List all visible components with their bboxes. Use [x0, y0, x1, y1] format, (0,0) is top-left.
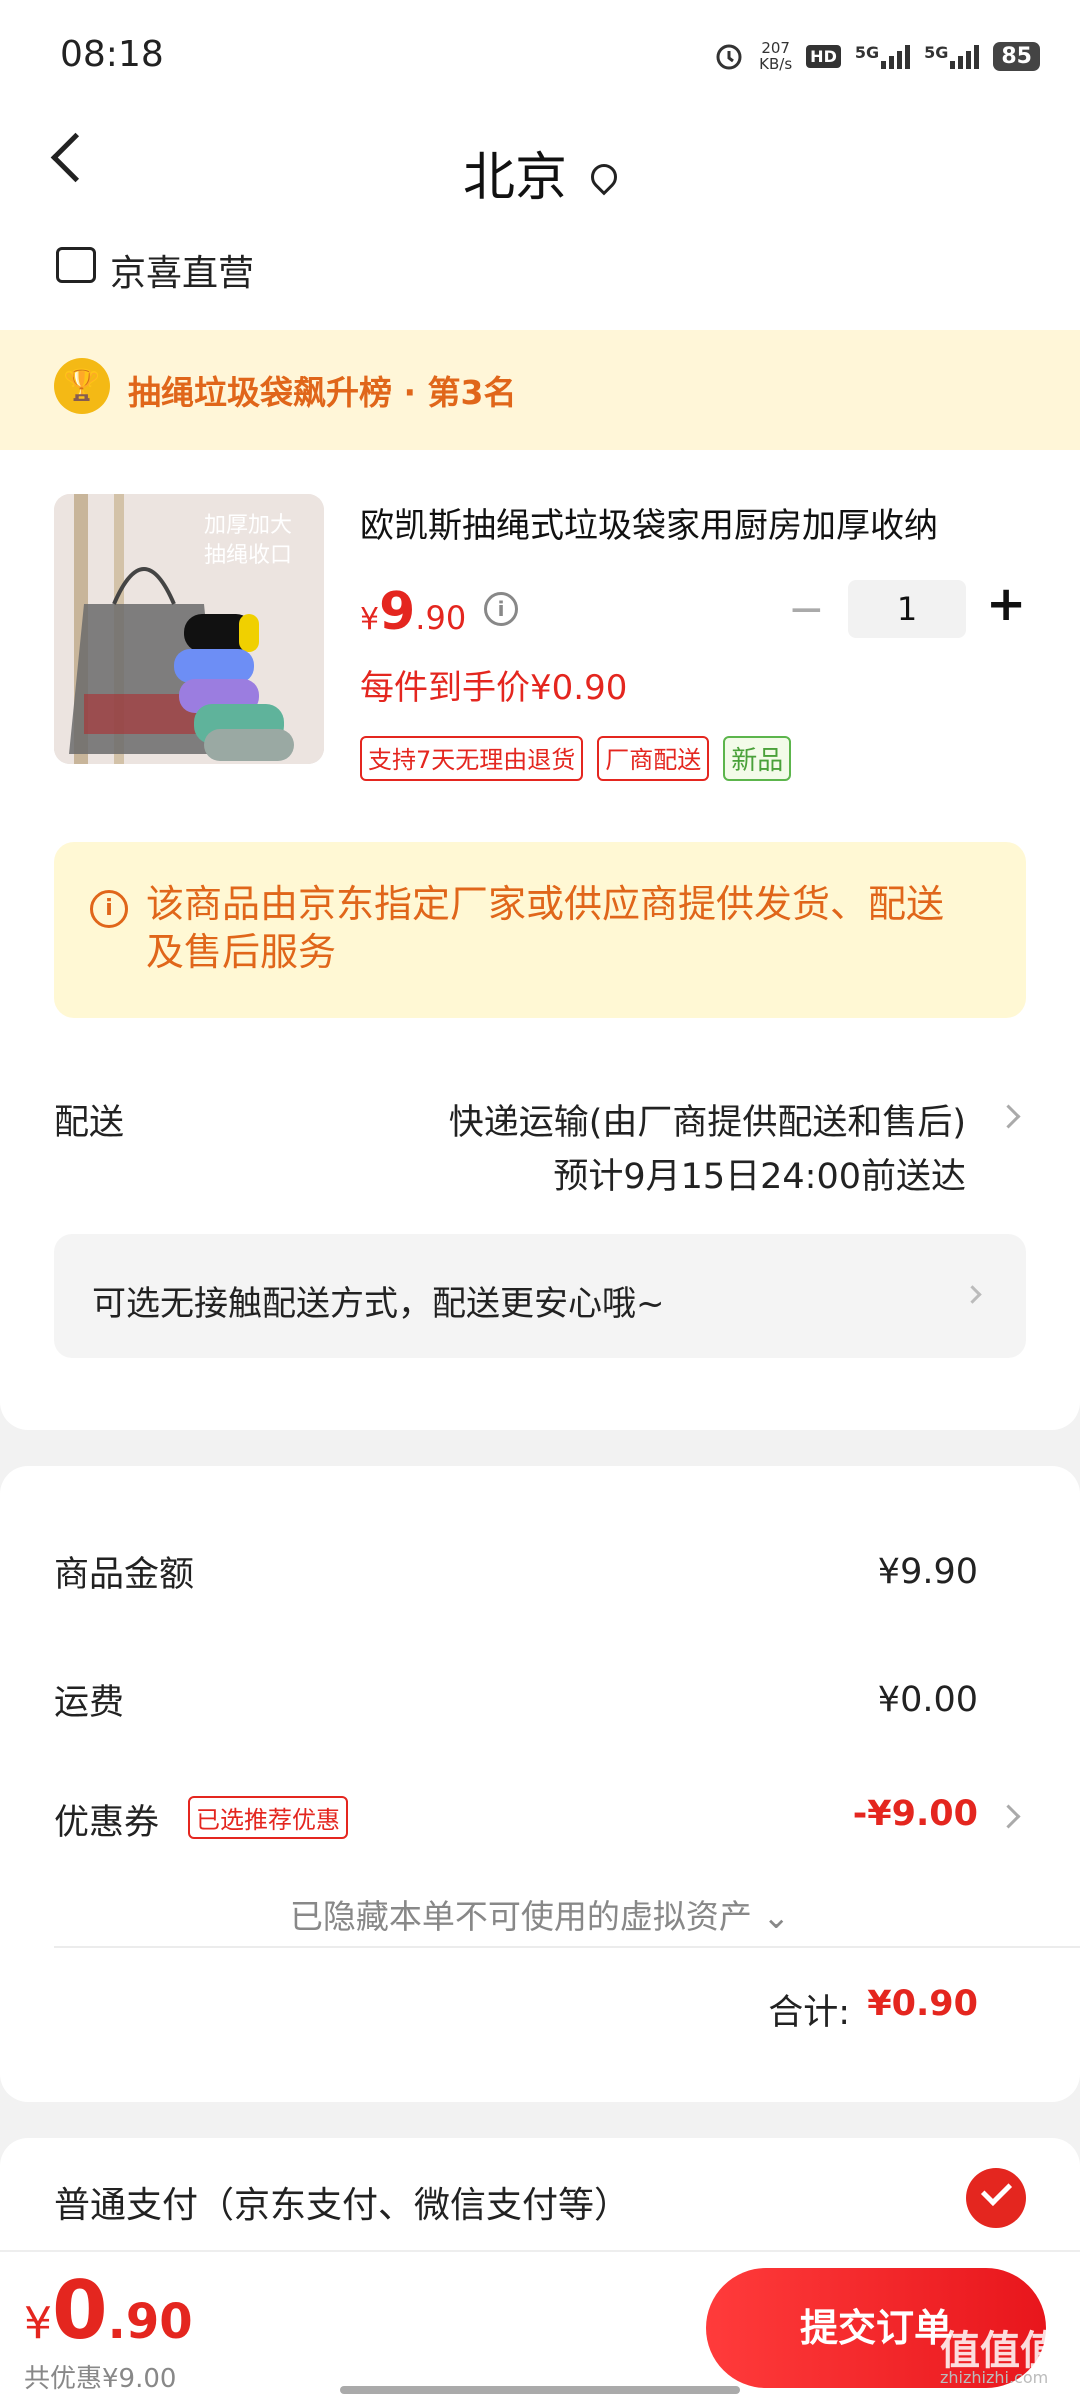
product-tags: 支持7天无理由退货 厂商配送 新品 — [360, 736, 792, 781]
home-indicator[interactable] — [340, 2386, 740, 2394]
product-image[interactable]: 加厚加大 抽绳收口 — [54, 494, 324, 764]
payment-method-label[interactable]: 普通支付（京东支付、微信支付等） — [54, 2176, 630, 2228]
goods-amount-label: 商品金额 — [54, 1555, 195, 1595]
battery-icon: 85 — [993, 41, 1040, 71]
signal-icon-1: 5G — [854, 43, 911, 69]
network-speed: 207 KB/s — [759, 39, 793, 73]
hidden-assets-toggle[interactable]: 已隐藏本单不可使用的虚拟资产 ⌄ — [0, 1890, 1080, 1938]
signal-icon-2: 5G — [924, 43, 980, 69]
signal-label-1: 5G — [854, 43, 880, 62]
price-decimal: .90 — [415, 599, 467, 637]
freight-label: 运费 — [54, 1683, 125, 1723]
check-icon[interactable] — [966, 2168, 1026, 2228]
price-symbol: ¥ — [360, 602, 380, 637]
coupon-badge: 已选推荐优惠 — [188, 1796, 348, 1839]
product-name[interactable]: 欧凯斯抽绳式垃圾袋家用厨房加厚收纳 — [360, 498, 1020, 547]
notice-text: 该商品由京东指定厂家或供应商提供发货、配送及售后服务 — [146, 882, 945, 974]
quantity-increase-button[interactable]: + — [986, 576, 1026, 632]
shipping-label: 配送 — [54, 1103, 125, 1143]
tag-return: 支持7天无理由退货 — [360, 736, 584, 781]
coupon-label[interactable]: 优惠券 — [54, 1794, 159, 1845]
tag-new: 新品 — [723, 736, 792, 781]
bottom-saved-amount: 共优惠¥9.00 — [24, 2364, 177, 2394]
status-icons: 207 KB/s HD 5G 5G 85 — [713, 36, 1040, 76]
svg-text:抽绳收口: 抽绳收口 — [204, 543, 292, 568]
store-name[interactable]: 京喜直营 — [110, 244, 254, 296]
bottom-price-integer: 0 — [52, 2264, 108, 2357]
coupon-value[interactable]: -¥9.00 — [853, 1794, 978, 1834]
product-price: ¥9.90 — [360, 582, 466, 642]
location-title: 北京 — [462, 148, 567, 208]
total-value: ¥0.90 — [867, 1984, 978, 2024]
watermark-url: zhizhizhi.com — [940, 2368, 1049, 2387]
bottom-price-symbol: ¥ — [24, 2298, 52, 2349]
tag-delivery: 厂商配送 — [597, 736, 710, 781]
price-info-icon[interactable]: i — [484, 592, 518, 626]
freight-value: ¥0.00 — [877, 1680, 978, 1720]
location-pin-icon — [585, 158, 623, 196]
svg-text:加厚加大: 加厚加大 — [204, 513, 292, 538]
status-time: 08:18 — [60, 34, 164, 75]
ranking-text: 抽绳垃圾袋飙升榜 · 第3名 — [128, 373, 517, 412]
shipping-eta: 预计9月15日24:00前送达 — [553, 1157, 966, 1197]
unit-price: 每件到手价¥0.90 — [360, 668, 628, 708]
price-integer: 9 — [379, 582, 416, 642]
contactless-text: 可选无接触配送方式，配送更安心哦~ — [92, 1284, 665, 1324]
quantity-decrease-button[interactable]: − — [788, 584, 825, 635]
divider — [54, 1946, 1080, 1948]
store-icon — [56, 247, 96, 283]
signal-label-2: 5G — [924, 43, 949, 62]
bottom-total-price: ¥0.90 — [24, 2264, 193, 2357]
goods-amount-value: ¥9.90 — [877, 1552, 978, 1592]
hd-icon: HD — [806, 44, 841, 68]
total-label: 合计: — [768, 1993, 850, 2033]
bottom-price-decimal: .90 — [107, 2294, 193, 2350]
notice-info-icon: i — [90, 890, 128, 928]
shipping-method[interactable]: 快递运输(由厂商提供配送和售后) — [449, 1094, 966, 1145]
quantity-value[interactable]: 1 — [848, 580, 966, 638]
alarm-icon — [713, 40, 745, 72]
trophy-icon: 🏆 — [54, 358, 110, 414]
page-title[interactable]: 北京 — [0, 135, 1080, 210]
